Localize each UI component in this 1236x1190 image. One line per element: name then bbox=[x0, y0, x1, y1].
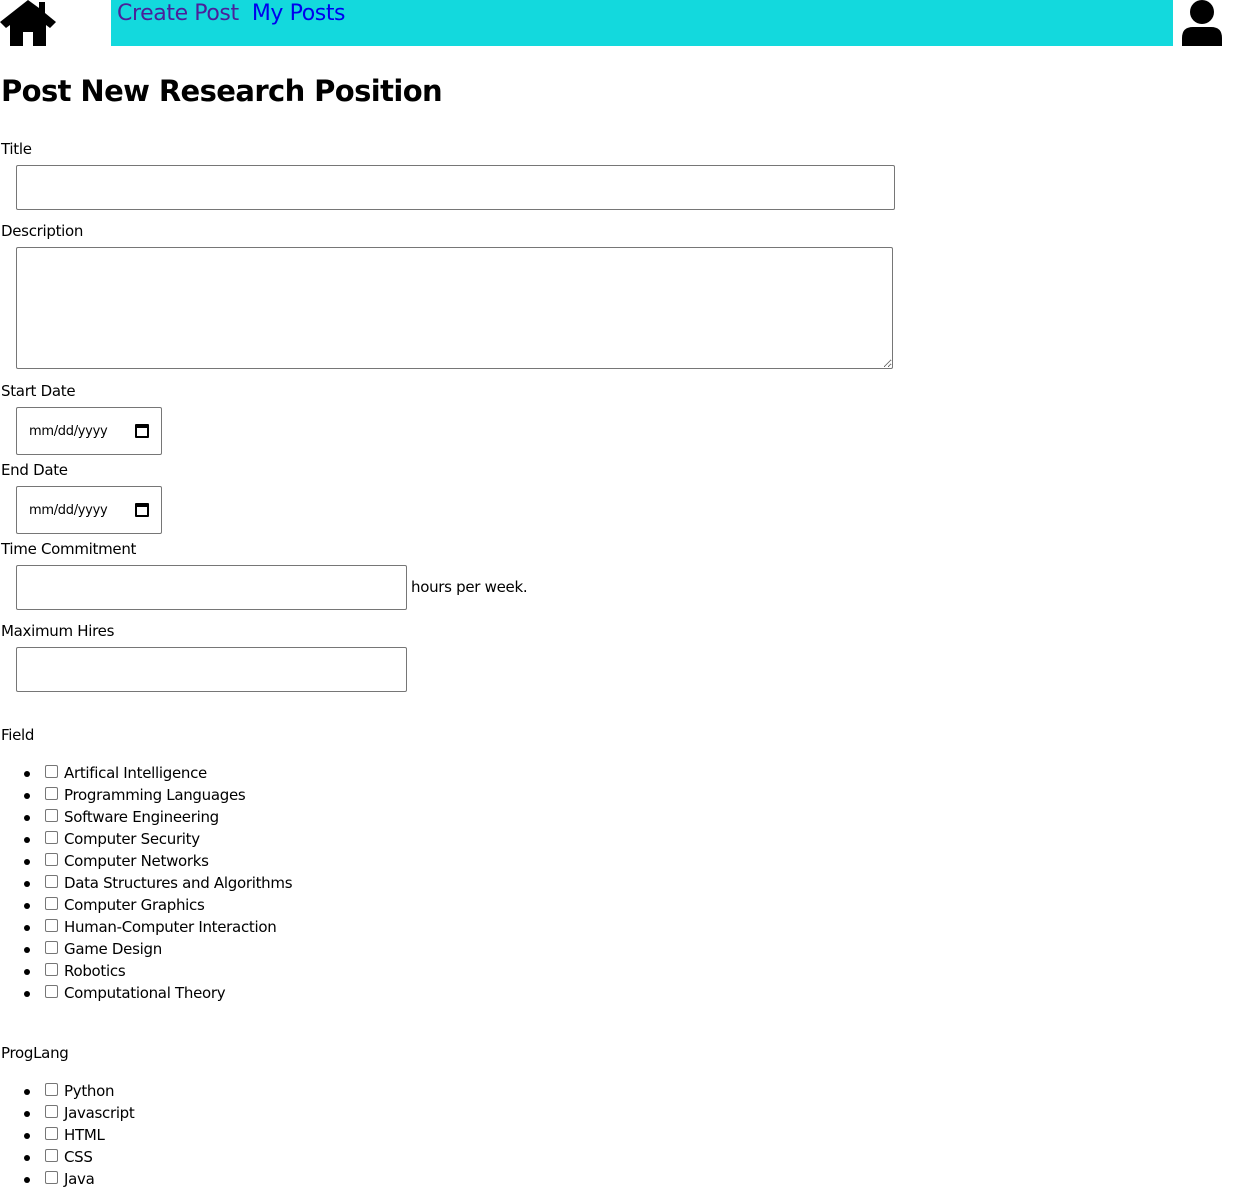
field-label: Field bbox=[1, 726, 35, 744]
bullet-icon bbox=[24, 1177, 30, 1183]
checkbox-label: CSS bbox=[64, 1148, 93, 1166]
checkbox-label: Software Engineering bbox=[64, 808, 219, 826]
time-commitment-input[interactable] bbox=[16, 565, 407, 610]
checkbox[interactable] bbox=[45, 765, 58, 778]
proglang-label: ProgLang bbox=[1, 1044, 69, 1062]
checkbox[interactable] bbox=[45, 963, 58, 976]
bullet-icon bbox=[24, 793, 30, 799]
checkbox-label: HTML bbox=[64, 1126, 105, 1144]
checkbox-label: Computational Theory bbox=[64, 984, 226, 1002]
user-icon[interactable] bbox=[1180, 0, 1224, 46]
end-date-input[interactable]: mm/dd/yyyy bbox=[16, 486, 162, 534]
description-textarea[interactable] bbox=[16, 247, 893, 369]
checkbox-label: Python bbox=[64, 1082, 115, 1100]
bullet-icon bbox=[24, 771, 30, 777]
my-posts-link[interactable]: My Posts bbox=[252, 0, 346, 28]
bullet-icon bbox=[24, 947, 30, 953]
bullet-icon bbox=[24, 1133, 30, 1139]
calendar-icon[interactable] bbox=[135, 424, 149, 438]
bullet-icon bbox=[24, 859, 30, 865]
bullet-icon bbox=[24, 881, 30, 887]
home-icon[interactable] bbox=[0, 0, 56, 46]
time-commitment-label: Time Commitment bbox=[1, 540, 137, 558]
checkbox[interactable] bbox=[45, 1083, 58, 1096]
title-input[interactable] bbox=[16, 165, 895, 210]
time-commitment-suffix: hours per week. bbox=[411, 578, 528, 596]
title-label: Title bbox=[1, 140, 32, 158]
max-hires-input[interactable] bbox=[16, 647, 407, 692]
start-date-placeholder: mm/dd/yyyy bbox=[29, 423, 108, 439]
bullet-icon bbox=[24, 1111, 30, 1117]
checkbox[interactable] bbox=[45, 1127, 58, 1140]
checkbox[interactable] bbox=[45, 1171, 58, 1184]
top-nav: Create Post My Posts bbox=[0, 0, 1236, 46]
description-label: Description bbox=[1, 222, 84, 240]
calendar-icon[interactable] bbox=[135, 503, 149, 517]
checkbox[interactable] bbox=[45, 985, 58, 998]
end-date-placeholder: mm/dd/yyyy bbox=[29, 502, 108, 518]
checkbox-label: Javascript bbox=[64, 1104, 135, 1122]
checkbox[interactable] bbox=[45, 941, 58, 954]
checkbox-label: Computer Graphics bbox=[64, 896, 205, 914]
checkbox-label: Java bbox=[64, 1170, 95, 1188]
checkbox[interactable] bbox=[45, 831, 58, 844]
page-title: Post New Research Position bbox=[1, 74, 443, 108]
checkbox-label: Data Structures and Algorithms bbox=[64, 874, 293, 892]
checkbox[interactable] bbox=[45, 787, 58, 800]
checkbox-label: Robotics bbox=[64, 962, 126, 980]
checkbox[interactable] bbox=[45, 1105, 58, 1118]
checkbox-label: Artifical Intelligence bbox=[64, 764, 207, 782]
start-date-label: Start Date bbox=[1, 382, 76, 400]
checkbox-label: Computer Security bbox=[64, 830, 200, 848]
bullet-icon bbox=[24, 925, 30, 931]
checkbox[interactable] bbox=[45, 875, 58, 888]
bullet-icon bbox=[24, 1089, 30, 1095]
checkbox[interactable] bbox=[45, 897, 58, 910]
bullet-icon bbox=[24, 969, 30, 975]
start-date-input[interactable]: mm/dd/yyyy bbox=[16, 407, 162, 455]
checkbox-label: Human-Computer Interaction bbox=[64, 918, 277, 936]
checkbox-label: Programming Languages bbox=[64, 786, 246, 804]
nav-bar: Create Post My Posts bbox=[111, 0, 1173, 46]
max-hires-label: Maximum Hires bbox=[1, 622, 115, 640]
bullet-icon bbox=[24, 991, 30, 997]
checkbox[interactable] bbox=[45, 1149, 58, 1162]
checkbox[interactable] bbox=[45, 853, 58, 866]
bullet-icon bbox=[24, 837, 30, 843]
checkbox-label: Game Design bbox=[64, 940, 162, 958]
bullet-icon bbox=[24, 1155, 30, 1161]
checkbox[interactable] bbox=[45, 919, 58, 932]
checkbox-label: Computer Networks bbox=[64, 852, 209, 870]
checkbox[interactable] bbox=[45, 809, 58, 822]
bullet-icon bbox=[24, 903, 30, 909]
create-post-link[interactable]: Create Post bbox=[117, 0, 239, 28]
end-date-label: End Date bbox=[1, 461, 68, 479]
bullet-icon bbox=[24, 815, 30, 821]
